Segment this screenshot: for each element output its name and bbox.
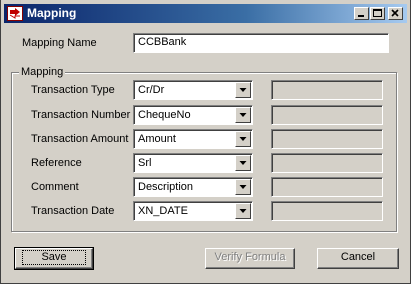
chevron-down-icon[interactable] — [235, 203, 251, 219]
transaction-amount-select[interactable]: Amount — [133, 129, 253, 149]
chevron-down-icon[interactable] — [235, 155, 251, 171]
chevron-down-icon[interactable] — [235, 107, 251, 123]
transaction-type-select[interactable]: Cr/Dr — [133, 80, 253, 100]
save-button-label: Save — [22, 250, 86, 265]
transaction-amount-formula — [271, 129, 383, 149]
mapping-name-input[interactable]: CCBBank — [133, 33, 389, 53]
mapping-dialog: Mapping Mapping Name CCBBank Mapping Tra… — [0, 0, 411, 284]
transaction-date-formula — [271, 201, 383, 221]
chevron-down-icon[interactable] — [235, 131, 251, 147]
chevron-down-icon[interactable] — [235, 179, 251, 195]
comment-select[interactable]: Description — [133, 177, 253, 197]
reference-select[interactable]: Srl — [133, 153, 253, 173]
transaction-number-label: Transaction Number — [31, 109, 131, 121]
chevron-down-icon[interactable] — [235, 82, 251, 98]
transaction-date-label: Transaction Date — [31, 205, 115, 217]
reference-label: Reference — [31, 157, 82, 169]
reference-formula — [271, 153, 383, 173]
save-button[interactable]: Save — [14, 247, 94, 270]
transaction-number-value: ChequeNo — [138, 109, 191, 121]
mapping-group-title: Mapping — [19, 66, 66, 79]
transaction-amount-value: Amount — [138, 133, 176, 145]
transaction-number-select[interactable]: ChequeNo — [133, 105, 253, 125]
comment-label: Comment — [31, 181, 79, 193]
comment-formula — [271, 177, 383, 197]
cancel-button[interactable]: Cancel — [317, 248, 399, 269]
verify-formula-button[interactable]: Verify Formula — [205, 248, 295, 269]
transaction-amount-label: Transaction Amount — [31, 133, 129, 145]
title-bar[interactable]: Mapping — [4, 4, 407, 23]
maximize-button[interactable] — [370, 7, 385, 20]
transaction-type-label: Transaction Type — [31, 84, 115, 96]
mapping-name-label: Mapping Name — [22, 37, 97, 49]
close-button[interactable] — [388, 7, 403, 20]
transaction-type-value: Cr/Dr — [138, 84, 165, 96]
window-title: Mapping — [27, 6, 77, 20]
reference-value: Srl — [138, 157, 152, 169]
minimize-button[interactable] — [354, 7, 369, 20]
transaction-number-formula — [271, 105, 383, 125]
transaction-date-select[interactable]: XN_DATE — [133, 201, 253, 221]
app-icon — [7, 6, 23, 21]
transaction-date-value: XN_DATE — [138, 205, 188, 217]
comment-value: Description — [138, 181, 194, 193]
transaction-type-formula — [271, 80, 383, 100]
